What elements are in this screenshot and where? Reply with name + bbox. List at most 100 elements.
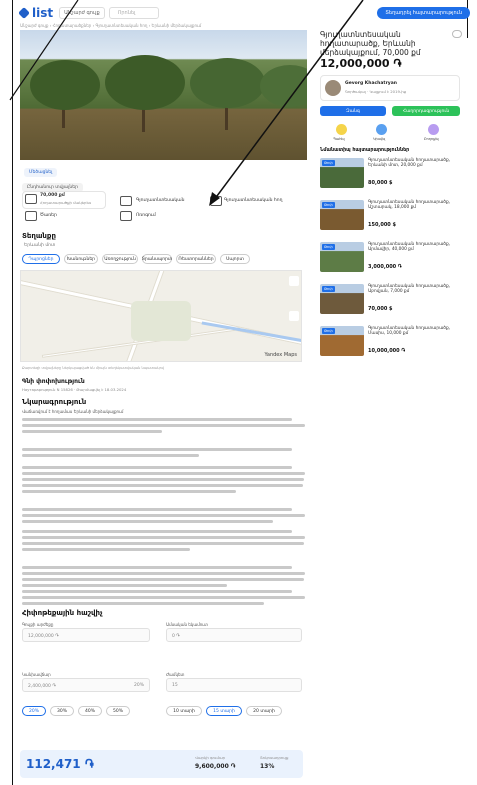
- similar-price: 80,000 $: [368, 180, 393, 186]
- share-icon[interactable]: [376, 124, 387, 135]
- similar-price: 70,000 $: [368, 306, 393, 312]
- description-line: [22, 454, 199, 457]
- description-line: [22, 448, 292, 451]
- description-line: [22, 520, 273, 523]
- similar-price: 3,000,000 ֏: [368, 264, 402, 270]
- description-meta: Hayтарарություն N 15826 · Թարմացվել է 18…: [22, 387, 127, 392]
- income-label: Ամսական եկամուտ: [166, 622, 208, 627]
- description-subheading: Վաճառվում է հողամաս Երևանի մերձակայքում: [22, 409, 124, 414]
- photo-detail: [30, 60, 100, 110]
- header: list Անշարժ գույք Որոնել Տեղադրել հայտար…: [18, 4, 470, 22]
- calculator-heading: Հիփոթեքային հաշվիչ: [22, 609, 103, 617]
- description-line: [22, 566, 292, 569]
- prepay-option-0[interactable]: 20%: [22, 706, 46, 716]
- prepay-label: Կանխավճար: [22, 672, 51, 677]
- term-option-1[interactable]: 15 տարի: [206, 706, 242, 716]
- water-icon: [120, 211, 132, 221]
- description-heading: Նկարագրություն: [22, 398, 87, 406]
- description-line: [22, 542, 304, 545]
- logo-icon: [18, 7, 30, 19]
- similar-heading: Նմանատիպ հայտարարություններ: [320, 148, 410, 153]
- description-line: [22, 584, 227, 587]
- location-heading: Տեղանքը: [22, 232, 56, 240]
- similar-listing[interactable]: Թոփ Գյուղատնտեսական հողատարածք, Երևանի մո…: [320, 158, 465, 190]
- similar-listing[interactable]: Թոփ Գյուղատնտեսական հողատարածք, Արմավիր, …: [320, 242, 465, 274]
- page: { "header":{"logo":"list","category_sele…: [0, 0, 477, 785]
- prepay-field[interactable]: 2,400,000 ֏ 20%: [22, 678, 150, 692]
- post-ad-button[interactable]: Տեղադրել հայտարարություն: [377, 7, 470, 19]
- purpose-value: Գյուղատնտեսական: [136, 198, 185, 203]
- listing-price: 12,000,000 ֏: [320, 57, 402, 70]
- price-field[interactable]: 12,000,000 ֏: [22, 628, 150, 642]
- term-field[interactable]: 15: [166, 678, 302, 692]
- category-select[interactable]: Անշարժ գույք: [59, 7, 105, 19]
- description-line: [22, 418, 292, 421]
- area-value: 70,000 քմ: [40, 193, 65, 198]
- description-line: [22, 424, 305, 427]
- map-attribution: Քարտեզի տվյալները ներկայացված են միայն տ…: [22, 366, 165, 370]
- purpose-icon: [120, 196, 132, 206]
- area-label: Հողատարածքի մակերես: [40, 200, 92, 205]
- description-line: [22, 536, 305, 539]
- tab-2[interactable]: Առողջություն: [102, 254, 138, 264]
- save-icon[interactable]: [336, 124, 347, 135]
- favorite-icon[interactable]: [452, 30, 462, 38]
- tab-1[interactable]: Խանութներ: [64, 254, 98, 264]
- photo-detail: [105, 55, 185, 110]
- search-input[interactable]: Որոնել: [108, 7, 159, 19]
- description-line: [22, 484, 303, 487]
- description-line: [22, 572, 305, 575]
- top-badge: Թոփ: [322, 286, 335, 292]
- tab-4[interactable]: Ռեստորաններ: [176, 254, 216, 264]
- gallery-expand[interactable]: Մեծացնել: [24, 168, 58, 177]
- description-line: [22, 466, 292, 469]
- description-line: [22, 596, 305, 599]
- similar-price: 10,000,000 ֏: [368, 348, 406, 354]
- income-field[interactable]: 0 ֏: [166, 628, 302, 642]
- tab-3[interactable]: Տրանսպորտ: [142, 254, 172, 264]
- similar-listing[interactable]: Թոփ Գյուղատնտեսական հողատարածք, Մասիս, 10…: [320, 326, 465, 358]
- listing-photo[interactable]: [20, 30, 307, 160]
- tab-5[interactable]: Սպորտ: [220, 254, 250, 264]
- loan-value: 9,600,000 ֏: [195, 763, 236, 770]
- loan-label: Վարկի գումար: [195, 755, 226, 760]
- description-line: [22, 490, 236, 493]
- breadcrumb[interactable]: Անշարժ գույք › Հողատարածքներ › Գյուղատնտ…: [20, 23, 201, 28]
- calculator-summary: 112,471 ֏ Վարկի գումար 9,600,000 ֏ Տոկոս…: [20, 750, 303, 778]
- seller-card[interactable]: Gevorg Khachatryan Գործակալ · Կայքում է …: [320, 75, 460, 101]
- logo[interactable]: list: [18, 6, 53, 20]
- map[interactable]: Yandex Maps: [20, 270, 302, 362]
- description-line: [22, 430, 162, 433]
- map-brand: Yandex Maps: [264, 352, 297, 358]
- top-badge: Թոփ: [322, 202, 335, 208]
- similar-title: Գյուղատնտեսական հողատարածք, Երևանի մոտ, …: [368, 158, 451, 169]
- term-option-0[interactable]: 10 տարի: [166, 706, 202, 716]
- top-badge: Թոփ: [322, 244, 335, 250]
- annotation-line-left: [12, 0, 13, 785]
- map-zoom-in[interactable]: [289, 276, 299, 286]
- map-area: [131, 301, 191, 341]
- prepay-option-2[interactable]: 40%: [78, 706, 102, 716]
- report-icon[interactable]: [428, 124, 439, 135]
- message-button[interactable]: Հաղորդագրություն: [392, 106, 460, 116]
- similar-listing[interactable]: Թոփ Գյուղատնտեսական հողատարածք, Աշտարակ, …: [320, 200, 465, 232]
- description-line: [22, 514, 305, 517]
- prepay-option-3[interactable]: 50%: [106, 706, 130, 716]
- similar-listing[interactable]: Թոփ Գյուղատնտեսական հողատարածք, Աբովյան, …: [320, 284, 465, 316]
- type-icon: [210, 196, 222, 206]
- prepay-option-1[interactable]: 30%: [50, 706, 74, 716]
- water-value: Ոռոգում: [136, 213, 156, 218]
- rate-label: Տոկոսադրույք: [260, 755, 289, 760]
- price-label: Գույքի արժեքը: [22, 622, 54, 627]
- type-value: Գյուղատնտեսական հող: [224, 198, 283, 203]
- description-line: [22, 590, 292, 593]
- term-option-2[interactable]: 20 տարի: [246, 706, 282, 716]
- similar-title: Գյուղատնտեսական հողատարածք, Աշտարակ, 18,…: [368, 200, 451, 211]
- description-line: [22, 508, 292, 511]
- description-line: [22, 548, 190, 551]
- call-button[interactable]: Զանգ: [320, 106, 386, 116]
- photo-detail: [190, 58, 265, 108]
- tab-0[interactable]: Դպրոցներ: [22, 254, 60, 264]
- map-zoom-out[interactable]: [289, 311, 299, 321]
- top-badge: Թոփ: [322, 160, 335, 166]
